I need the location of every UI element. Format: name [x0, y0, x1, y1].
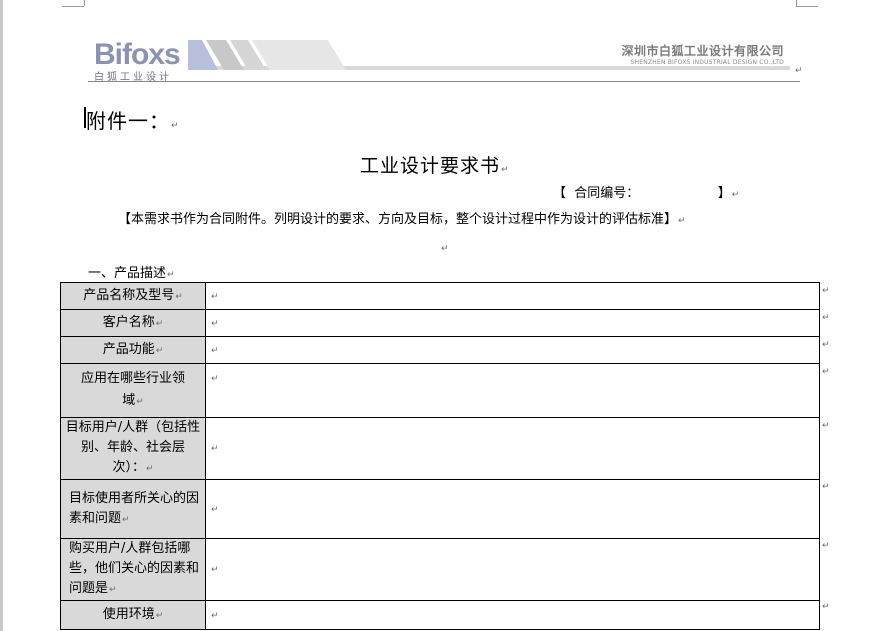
row-label: 客户名称 — [102, 314, 155, 330]
product-description-table: 产品名称及型号↵ ↵ 客户名称↵ ↵ 产品功能↵ ↵ 应用在哪些行业领域↵ ↵ … — [60, 282, 820, 630]
row-end-mark: ↵ — [822, 482, 830, 492]
document-title-text: 工业设计要求书 — [360, 155, 501, 177]
paragraph-mark: ↵ — [167, 270, 175, 280]
table-label-cell[interactable]: 目标使用者所关心的因素和问题↵ — [60, 479, 206, 539]
company-name: 深圳市白狐工业设计有限公司 SHENZHEN BIFOXS INDUSTRIAL… — [621, 42, 784, 66]
table-value-cell[interactable]: ↵ — [205, 538, 820, 601]
table-row: 客户名称↵ ↵ — [60, 309, 820, 337]
paragraph-mark: ↵ — [175, 291, 183, 302]
paragraph-mark: ↵ — [155, 610, 164, 621]
table-label-cell[interactable]: 客户名称↵ — [60, 309, 206, 337]
paragraph-mark: ↵ — [145, 464, 154, 474]
paragraph-mark: ↵ — [211, 374, 219, 384]
row-end-mark: ↵ — [822, 367, 830, 377]
row-end-mark: ↵ — [822, 313, 830, 323]
table-value-cell[interactable]: ↵ — [205, 282, 820, 310]
row-end-mark: ↵ — [822, 421, 830, 431]
logo-text: Bifoxs — [94, 38, 181, 71]
bifoxs-logo: Bifoxs 白狐工业设计 — [94, 38, 186, 84]
contract-number-line[interactable]: 【 合同编号： 】↵ — [553, 182, 739, 201]
table-row: 产品功能↵ ↵ — [60, 336, 820, 364]
crop-mark-top-left-vertical — [84, 0, 85, 6]
row-end-mark: ↵ — [822, 340, 830, 350]
table-value-cell[interactable]: ↵ — [205, 309, 820, 337]
crop-mark-top-left — [62, 0, 84, 7]
table-row: 购买用户/人群包括哪些，他们关心的因素和问题是↵ ↵ — [60, 538, 820, 601]
row-label: 使用环境 — [102, 606, 155, 622]
table-label-cell[interactable]: 应用在哪些行业领域↵ — [60, 363, 206, 418]
table-row: 使用环境↵ ↵ — [60, 600, 820, 630]
contract-number-text: 【 合同编号： 】 — [553, 186, 731, 201]
paragraph-mark: ↵ — [211, 504, 219, 515]
table-row: 目标用户/人群（包括性别、年龄、社会层次）：↵ ↵ — [60, 417, 820, 480]
paragraph-mark: ↵ — [211, 345, 219, 356]
paragraph-mark: ↵ — [211, 444, 219, 454]
document-header: Bifoxs 白狐工业设计 深圳市白狐工业设计有限公司 SHENZHEN BIF… — [88, 36, 803, 84]
paragraph-mark: ↵ — [501, 165, 510, 175]
row-end-mark: ↵ — [822, 541, 830, 551]
paragraph-mark: ↵ — [795, 66, 803, 76]
section-heading-text: 一、产品描述 — [88, 266, 167, 281]
section-heading-product-description[interactable]: 一、产品描述↵ — [88, 262, 175, 281]
paragraph-mark: ↵ — [155, 318, 164, 329]
paragraph-mark: ↵ — [109, 585, 117, 595]
paragraph-mark: ↵ — [155, 345, 164, 356]
table-value-cell[interactable]: ↵ — [205, 600, 820, 630]
empty-paragraph[interactable]: ↵ — [440, 236, 449, 255]
table-row: 产品名称及型号↵ ↵ — [60, 282, 820, 310]
left-ruler-bar — [0, 0, 3, 631]
document-title[interactable]: 工业设计要求书↵ — [360, 151, 510, 178]
paragraph-mark: ↵ — [171, 121, 180, 131]
table-value-cell[interactable]: ↵ — [205, 479, 820, 539]
table-value-cell[interactable]: ↵ — [205, 363, 820, 418]
row-end-mark: ↵ — [822, 286, 830, 296]
paragraph-mark: ↵ — [678, 216, 686, 226]
paragraph-mark: ↵ — [122, 514, 130, 525]
row-label: 购买用户/人群包括哪些，他们关心的因素和问题是 — [69, 541, 200, 596]
table-value-cell[interactable]: ↵ — [205, 336, 820, 364]
paragraph-mark: ↵ — [731, 190, 740, 200]
crop-mark-top-right-vertical — [796, 0, 797, 6]
row-label: 产品名称及型号 — [83, 287, 175, 303]
row-label: 目标使用者所关心的因素和问题 — [69, 490, 200, 526]
attachment-heading[interactable]: 附件一：↵ — [86, 105, 180, 134]
header-stripes-graphic — [188, 40, 346, 70]
row-label: 目标用户/人群（包括性别、年龄、社会层次）： — [65, 420, 201, 475]
table-label-cell[interactable]: 购买用户/人群包括哪些，他们关心的因素和问题是↵ — [60, 538, 206, 601]
table-label-cell[interactable]: 目标用户/人群（包括性别、年龄、社会层次）：↵ — [60, 417, 206, 480]
table-label-cell[interactable]: 产品功能↵ — [60, 336, 206, 364]
company-name-cn: 深圳市白狐工业设计有限公司 — [621, 44, 784, 58]
company-name-en: SHENZHEN BIFOXS INDUSTRIAL DESIGN CO.,LT… — [630, 59, 784, 66]
paragraph-mark: ↵ — [211, 318, 219, 329]
table-label-cell[interactable]: 产品名称及型号↵ — [60, 282, 206, 310]
header-divider — [88, 81, 800, 82]
table-label-cell[interactable]: 使用环境↵ — [60, 600, 206, 630]
row-end-mark: ↵ — [822, 602, 830, 612]
row-label: 应用在哪些行业领域 — [81, 371, 186, 408]
requirements-note[interactable]: 【本需求书作为合同附件。列明设计的要求、方向及目标，整个设计过程中作为设计的评估… — [118, 208, 686, 227]
requirements-note-text: 【本需求书作为合同附件。列明设计的要求、方向及目标，整个设计过程中作为设计的评估… — [118, 212, 678, 227]
paragraph-mark: ↵ — [211, 610, 219, 621]
attachment-label: 附件一： — [86, 109, 170, 133]
crop-mark-top-right — [796, 0, 818, 7]
table-row: 目标使用者所关心的因素和问题↵ ↵ — [60, 479, 820, 539]
paragraph-mark: ↵ — [211, 565, 219, 575]
row-label: 产品功能 — [102, 341, 155, 357]
paragraph-mark: ↵ — [441, 244, 449, 254]
table-value-cell[interactable]: ↵ — [205, 417, 820, 480]
paragraph-mark: ↵ — [211, 291, 219, 302]
table-row: 应用在哪些行业领域↵ ↵ — [60, 363, 820, 418]
paragraph-mark: ↵ — [136, 397, 144, 407]
